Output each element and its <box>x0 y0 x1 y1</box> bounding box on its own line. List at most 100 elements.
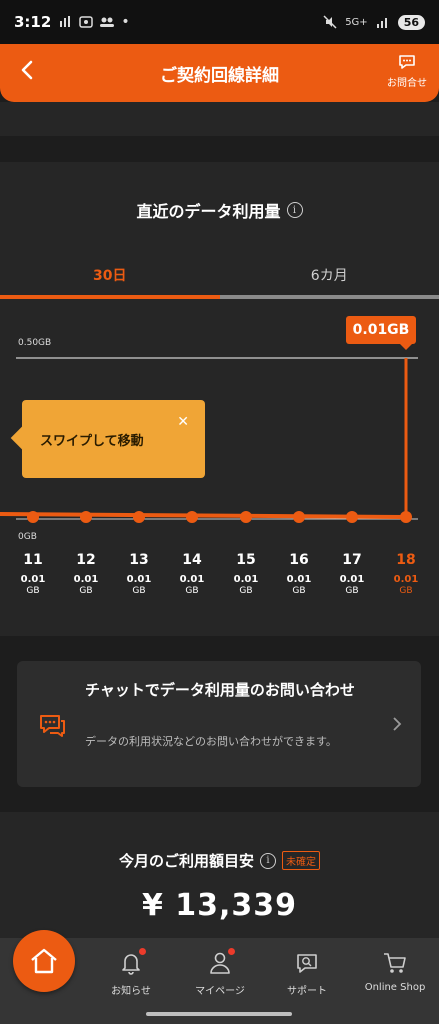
screenshot-notification-icon <box>79 16 94 28</box>
day-column-15[interactable]: 15 0.01 GB <box>224 552 268 596</box>
nav-item-support[interactable]: サポート <box>262 950 352 997</box>
bell-icon <box>118 948 146 976</box>
data-usage-card: 直近のデータ利用量 i 30日 6カ月 0.50GB 0GB 0.01GB スワ… <box>0 162 439 636</box>
status-right-icons: 5G+ 56 <box>323 14 425 30</box>
day-value: 0.01 <box>339 574 365 585</box>
home-button[interactable] <box>13 930 75 992</box>
day-value: 0.01 <box>126 574 152 585</box>
status-notification-icons: • <box>59 14 130 30</box>
swipe-tooltip[interactable]: スワイプして移動 ✕ <box>22 400 205 478</box>
day-number: 18 <box>396 552 416 568</box>
day-unit: GB <box>185 586 199 596</box>
back-icon[interactable] <box>14 56 42 84</box>
day-value: 0.01 <box>20 574 46 585</box>
chat-card-description: データの利用状況などのお問い合わせができます。 <box>85 735 337 748</box>
usage-point-18 <box>400 511 412 523</box>
day-unit: GB <box>132 586 146 596</box>
day-number: 12 <box>76 552 96 568</box>
previous-section-bottom <box>0 102 439 136</box>
day-number: 11 <box>23 552 43 568</box>
status-bar: 3:12 • 5G+ 56 <box>0 0 439 44</box>
day-unit: GB <box>26 586 40 596</box>
usage-point-17 <box>346 511 358 523</box>
day-value: 0.01 <box>286 574 312 585</box>
day-value: 0.01 <box>73 574 99 585</box>
page-title: ご契約回線詳細 <box>160 65 279 86</box>
day-value: 0.01 <box>233 574 259 585</box>
nav-item-online-shop[interactable]: Online Shop <box>350 950 439 993</box>
day-number: 17 <box>342 552 362 568</box>
billing-title: 今月のご利用額目安 <box>118 852 254 870</box>
chat-card-title: チャットでデータ利用量のお問い合わせ <box>85 681 355 699</box>
status-badge: 未確定 <box>282 851 320 870</box>
day-unit: GB <box>79 586 93 596</box>
inquiry-button[interactable]: お問合せ <box>387 52 427 89</box>
day-number: 15 <box>236 552 256 568</box>
day-unit: GB <box>239 586 253 596</box>
tab-30-days[interactable]: 30日 <box>0 250 220 300</box>
info-icon[interactable]: i <box>286 202 303 218</box>
inquiry-label: お問合せ <box>387 78 427 89</box>
selected-value-badge: 0.01GB <box>346 316 416 350</box>
nav-item-mypage[interactable]: マイページ <box>175 948 265 997</box>
gesture-bar[interactable] <box>146 1012 292 1016</box>
mute-icon <box>323 15 337 29</box>
cart-icon <box>382 950 408 976</box>
usage-tabs: 30日 6カ月 <box>0 250 439 300</box>
day-value: 0.01 <box>393 574 419 585</box>
usage-line <box>0 512 406 519</box>
usage-point-13 <box>133 511 145 523</box>
chat-icon <box>40 715 65 737</box>
home-icon <box>31 948 57 974</box>
nav-label: Online Shop <box>364 982 426 993</box>
usage-point-14 <box>186 511 198 523</box>
day-column-11[interactable]: 11 0.01 GB <box>11 552 55 596</box>
status-time: 3:12 <box>14 13 52 31</box>
day-value: 0.01 <box>179 574 205 585</box>
day-column-17[interactable]: 17 0.01 GB <box>330 552 374 596</box>
nav-label: マイページ <box>195 986 245 997</box>
more-dot-icon: • <box>121 14 130 30</box>
close-icon[interactable]: ✕ <box>177 414 189 430</box>
day-unit: GB <box>399 586 413 596</box>
signal-icon <box>376 18 387 28</box>
billing-amount: ¥ 13,339 <box>141 888 298 923</box>
day-unit: GB <box>292 586 306 596</box>
tab-indicator-active <box>0 295 220 299</box>
info-icon[interactable]: i <box>260 852 276 869</box>
usage-point-16 <box>293 511 305 523</box>
day-unit: GB <box>345 586 359 596</box>
usage-point-11 <box>27 511 39 523</box>
app-header: ご契約回線詳細 お問合せ <box>0 44 439 102</box>
chart-notification-icon <box>60 16 71 27</box>
usage-point-15 <box>240 511 252 523</box>
day-number: 14 <box>182 552 202 568</box>
tab-indicator-inactive <box>220 295 439 299</box>
battery-indicator: 56 <box>397 14 425 30</box>
day-column-16[interactable]: 16 0.01 GB <box>277 552 321 596</box>
chat-inquiry-card[interactable]: チャットでデータ利用量のお問い合わせ データの利用状況などのお問い合わせができま… <box>17 661 421 787</box>
day-column-12[interactable]: 12 0.01 GB <box>64 552 108 596</box>
day-column-18[interactable]: 18 0.01 GB <box>384 552 428 596</box>
network-type: 5G+ <box>345 16 368 28</box>
day-number: 16 <box>289 552 309 568</box>
swipe-tooltip-text: スワイプして移動 <box>40 434 144 449</box>
billing-title-row: 今月のご利用額目安 i 未確定 <box>0 850 439 871</box>
chat-bubble-icon <box>399 55 415 69</box>
notification-dot <box>139 948 146 955</box>
person-icon <box>207 948 235 976</box>
notification-dot <box>228 948 235 955</box>
chevron-right-icon <box>393 717 402 731</box>
day-column-14[interactable]: 14 0.01 GB <box>170 552 214 596</box>
usage-title-row: 直近のデータ利用量 i <box>0 198 439 222</box>
usage-title: 直近のデータ利用量 <box>136 202 281 221</box>
support-icon <box>294 950 320 976</box>
nav-label: サポート <box>287 986 327 997</box>
nav-label: お知らせ <box>111 986 151 997</box>
billing-estimate-card: 今月のご利用額目安 i 未確定 ¥ 13,339 <box>0 812 439 952</box>
nav-item-notifications[interactable]: お知らせ <box>86 948 176 997</box>
usage-point-12 <box>80 511 92 523</box>
group-notification-icon <box>100 17 115 27</box>
tab-6-months[interactable]: 6カ月 <box>220 250 439 300</box>
day-column-13[interactable]: 13 0.01 GB <box>117 552 161 596</box>
